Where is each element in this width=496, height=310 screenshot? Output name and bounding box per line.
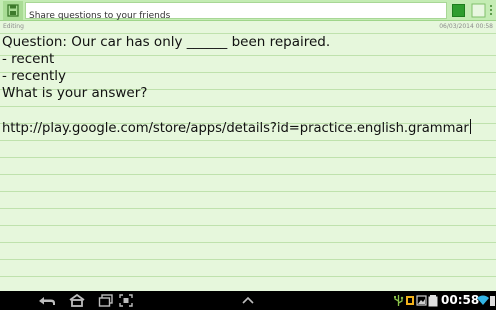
home-icon[interactable] [68,293,86,308]
recent-apps-icon[interactable] [98,293,114,308]
note-line: - recent [2,51,55,67]
usb-icon [393,293,404,308]
note-line: What is your answer? [2,85,148,101]
note-line-url: http://play.google.com/store/apps/detail… [2,119,471,137]
system-clock: 00:58 [441,293,480,307]
screenshot-icon[interactable] [118,293,134,308]
top-toolbar [0,0,496,24]
notepad-app: Editing 06/03/2014 00:58 Question: Our c… [0,0,496,291]
photo-icon [416,293,427,308]
timestamp-label: 06/03/2014 00:58 [439,23,493,30]
edit-status-line: Editing 06/03/2014 00:58 [0,22,496,31]
text-cursor [469,119,471,134]
note-line: Question: Our car has only ______ been r… [2,34,331,50]
battery-icon [427,293,439,308]
signal-icon [489,293,496,308]
wifi-icon [476,293,490,308]
title-field[interactable] [25,2,447,24]
note-editor[interactable]: Question: Our car has only ______ been r… [0,31,496,291]
save-disk-icon[interactable] [3,1,23,20]
url-text: http://play.google.com/store/apps/detail… [2,121,469,136]
back-icon[interactable] [37,293,57,308]
note-line: - recently [2,68,67,84]
system-navigation-bar: 00:58 [0,291,496,310]
overflow-menu-icon[interactable] [488,4,494,17]
debug-icon [405,293,415,308]
up-chevron-icon[interactable] [240,293,256,308]
mode-label: Editing [3,23,24,30]
color-swatch-button[interactable] [452,4,465,17]
checkbox-icon[interactable] [471,3,486,18]
